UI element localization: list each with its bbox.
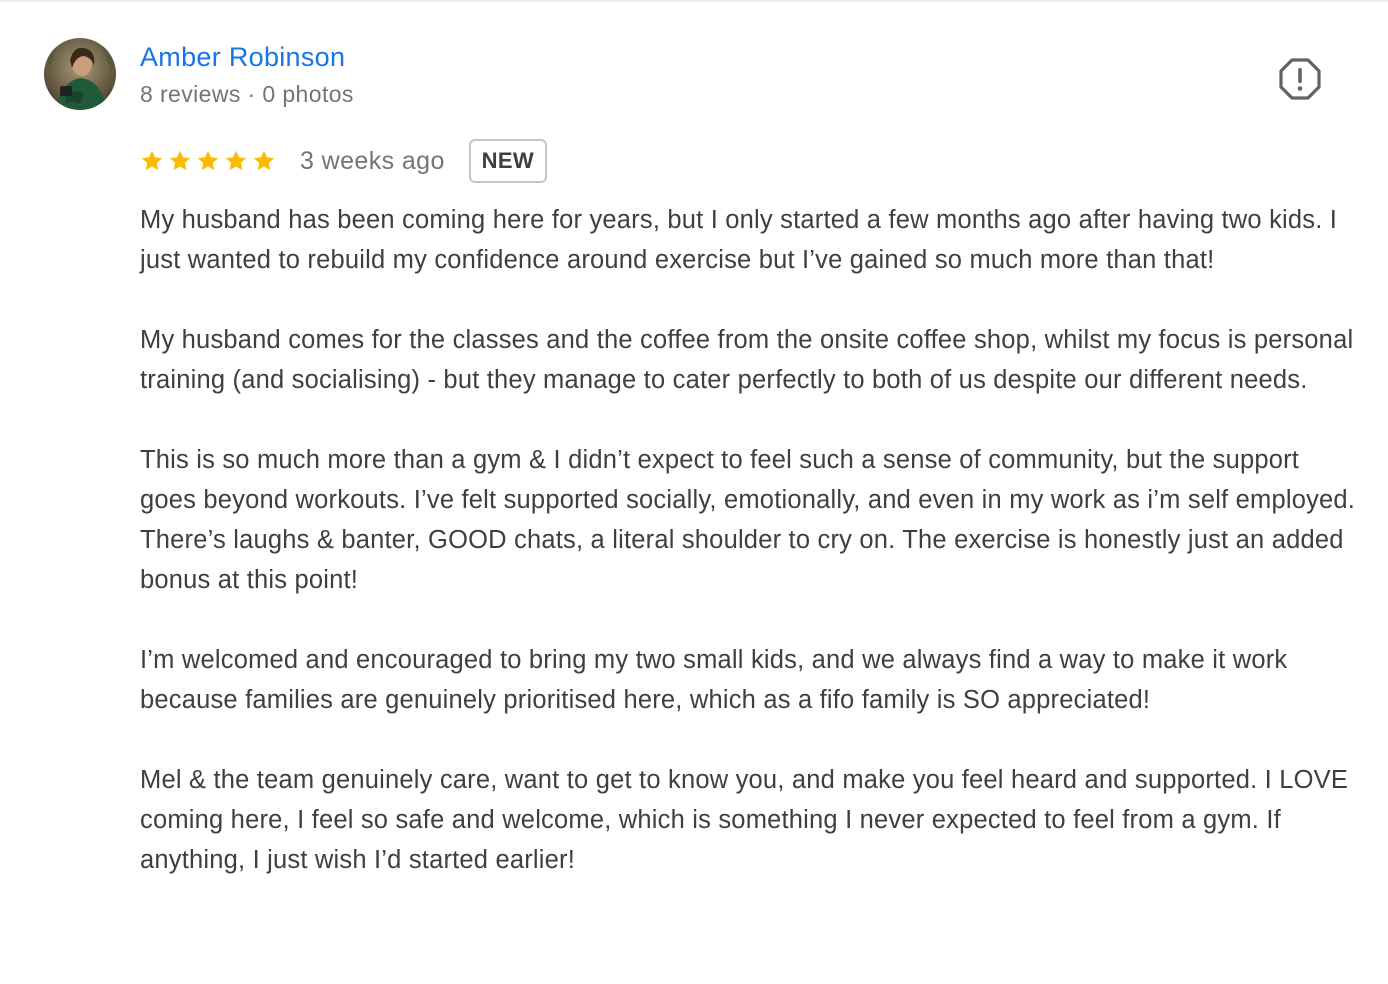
- star-icon: [141, 150, 163, 171]
- rating-row: 3 weeks ago NEW: [140, 137, 547, 185]
- reviewer-meta: 8 reviews · 0 photos: [140, 81, 354, 107]
- star-rating: [140, 149, 276, 173]
- star-icon: [253, 150, 275, 171]
- avatar[interactable]: [44, 38, 116, 110]
- star-icon: [197, 150, 219, 171]
- review-paragraph: This is so much more than a gym & I didn…: [140, 446, 1356, 594]
- star-icon: [169, 150, 191, 171]
- report-flag-icon[interactable]: [1278, 57, 1322, 101]
- reviewer-name[interactable]: Amber Robinson: [140, 40, 345, 74]
- review-paragraph: I’m welcomed and encouraged to bring my …: [140, 646, 1288, 714]
- review-card: Amber Robinson 8 reviews · 0 photos 3 we…: [0, 0, 1388, 984]
- review-time: 3 weeks ago: [300, 146, 445, 175]
- new-badge: NEW: [468, 139, 547, 183]
- star-icon: [225, 150, 247, 171]
- review-text: My husband has been coming here for year…: [140, 200, 1360, 880]
- review-paragraph: Mel & the team genuinely care, want to g…: [140, 766, 1349, 874]
- avatar-photo: [44, 38, 116, 110]
- review-paragraph: My husband has been coming here for year…: [140, 206, 1338, 274]
- review-paragraph: My husband comes for the classes and the…: [140, 326, 1354, 394]
